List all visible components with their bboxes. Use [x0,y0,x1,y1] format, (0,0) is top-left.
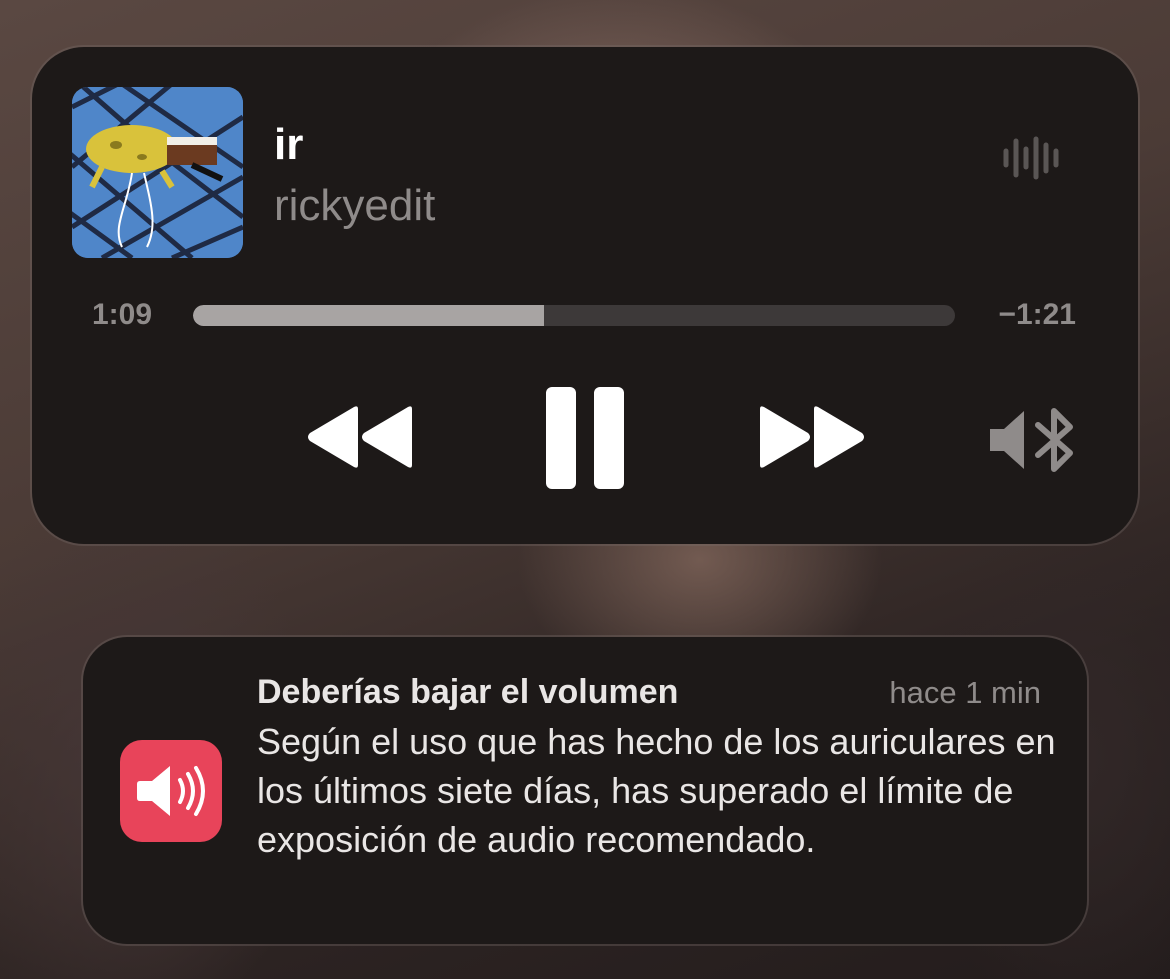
progress-scrubber[interactable] [193,305,955,326]
rewind-icon[interactable] [306,405,414,469]
speaker-bluetooth-icon[interactable] [988,407,1080,473]
album-artwork[interactable] [72,87,243,258]
artist-name: rickyedit [274,181,436,230]
track-title: ir [274,120,304,169]
audio-waveform-icon [1003,136,1059,180]
pause-icon[interactable] [546,387,624,489]
progress-fill [193,305,544,326]
notification-title: Deberías bajar el volumen [257,673,679,711]
notification-time: hace 1 min [889,675,1041,710]
volume-notification[interactable]: Deberías bajar el volumen hace 1 min Seg… [83,637,1087,944]
now-playing-widget[interactable]: ir rickyedit 1:09 −1:21 [32,47,1138,544]
remaining-time: −1:21 [998,298,1076,331]
fast-forward-icon[interactable] [758,405,866,469]
elapsed-time: 1:09 [92,298,153,331]
speaker-volume-icon [120,740,222,842]
notification-body: Según el uso que has hecho de los auricu… [257,721,1056,860]
